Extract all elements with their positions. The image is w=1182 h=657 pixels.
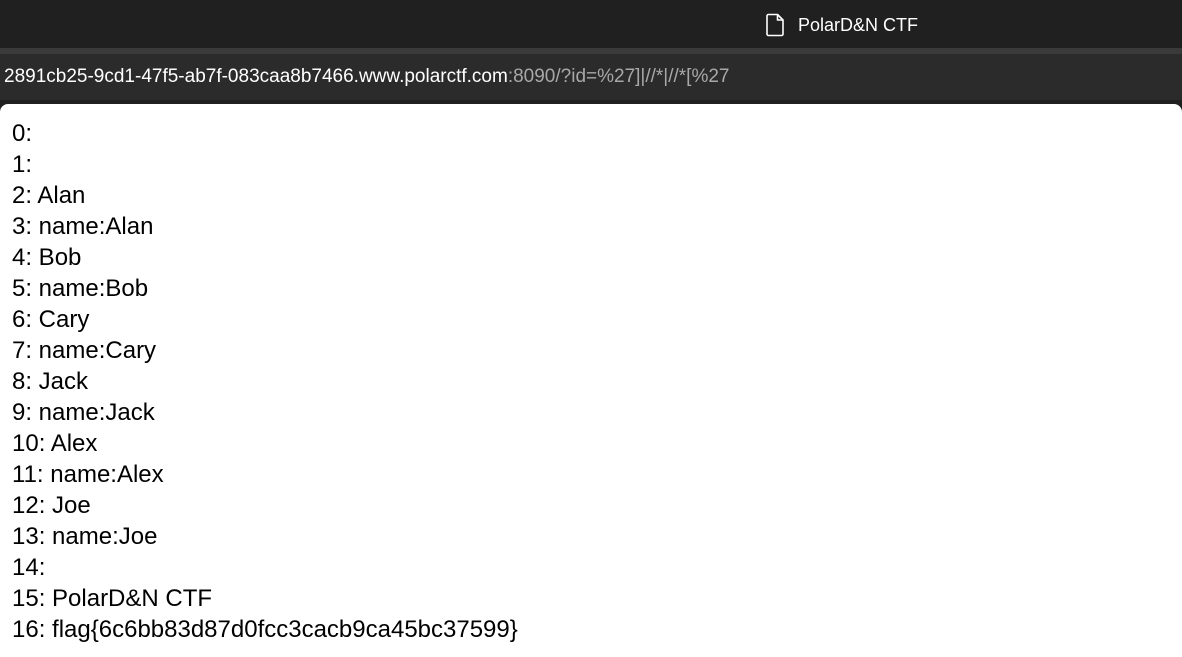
tab-title: PolarD&N CTF <box>798 14 919 35</box>
output-line: 7: name:Cary <box>12 337 157 364</box>
output-line: 14: <box>12 554 46 581</box>
output-line: 1: <box>12 151 33 178</box>
output-line: 5: name:Bob <box>12 275 149 302</box>
output-line: 16: flag{6c6bb83d87d0fcc3cacb9ca45bc3759… <box>12 616 518 643</box>
output-line: 4: Bob <box>12 244 82 271</box>
address-bar[interactable]: 2891cb25-9cd1-47f5-ab7f-083caa8b7466.www… <box>0 54 1182 100</box>
output-line: 11: name:Alex <box>12 461 164 488</box>
output-line: 15: PolarD&N CTF <box>12 585 213 612</box>
title-bar: PolarD&N CTF <box>0 0 1182 48</box>
output-line: 8: Jack <box>12 368 89 395</box>
output-lines: 0: 1: 2: Alan 3: name:Alan 4: Bob 5: name:Bob… <box>12 118 1182 645</box>
output-line: 9: name:Jack <box>12 399 155 426</box>
output-line: 13: name:Joe <box>12 523 158 550</box>
output-line: 6: Cary <box>12 306 90 333</box>
browser-tab[interactable]: PolarD&N CTF <box>765 12 918 38</box>
output-line: 10: Alex <box>12 430 98 457</box>
output-line: 3: name:Alan <box>12 213 154 240</box>
url-path: :8090/?id=%27]|//*|//*[%27 <box>507 66 730 87</box>
output-line: 2: Alan <box>12 182 86 209</box>
page-icon <box>766 13 784 37</box>
url-host: 2891cb25-9cd1-47f5-ab7f-083caa8b7466.www… <box>4 66 508 87</box>
page-content: 0: 1: 2: Alan 3: name:Alan 4: Bob 5: name:Bob… <box>0 104 1182 657</box>
output-line: 12: Joe <box>12 492 91 519</box>
output-line: 0: <box>12 120 33 147</box>
